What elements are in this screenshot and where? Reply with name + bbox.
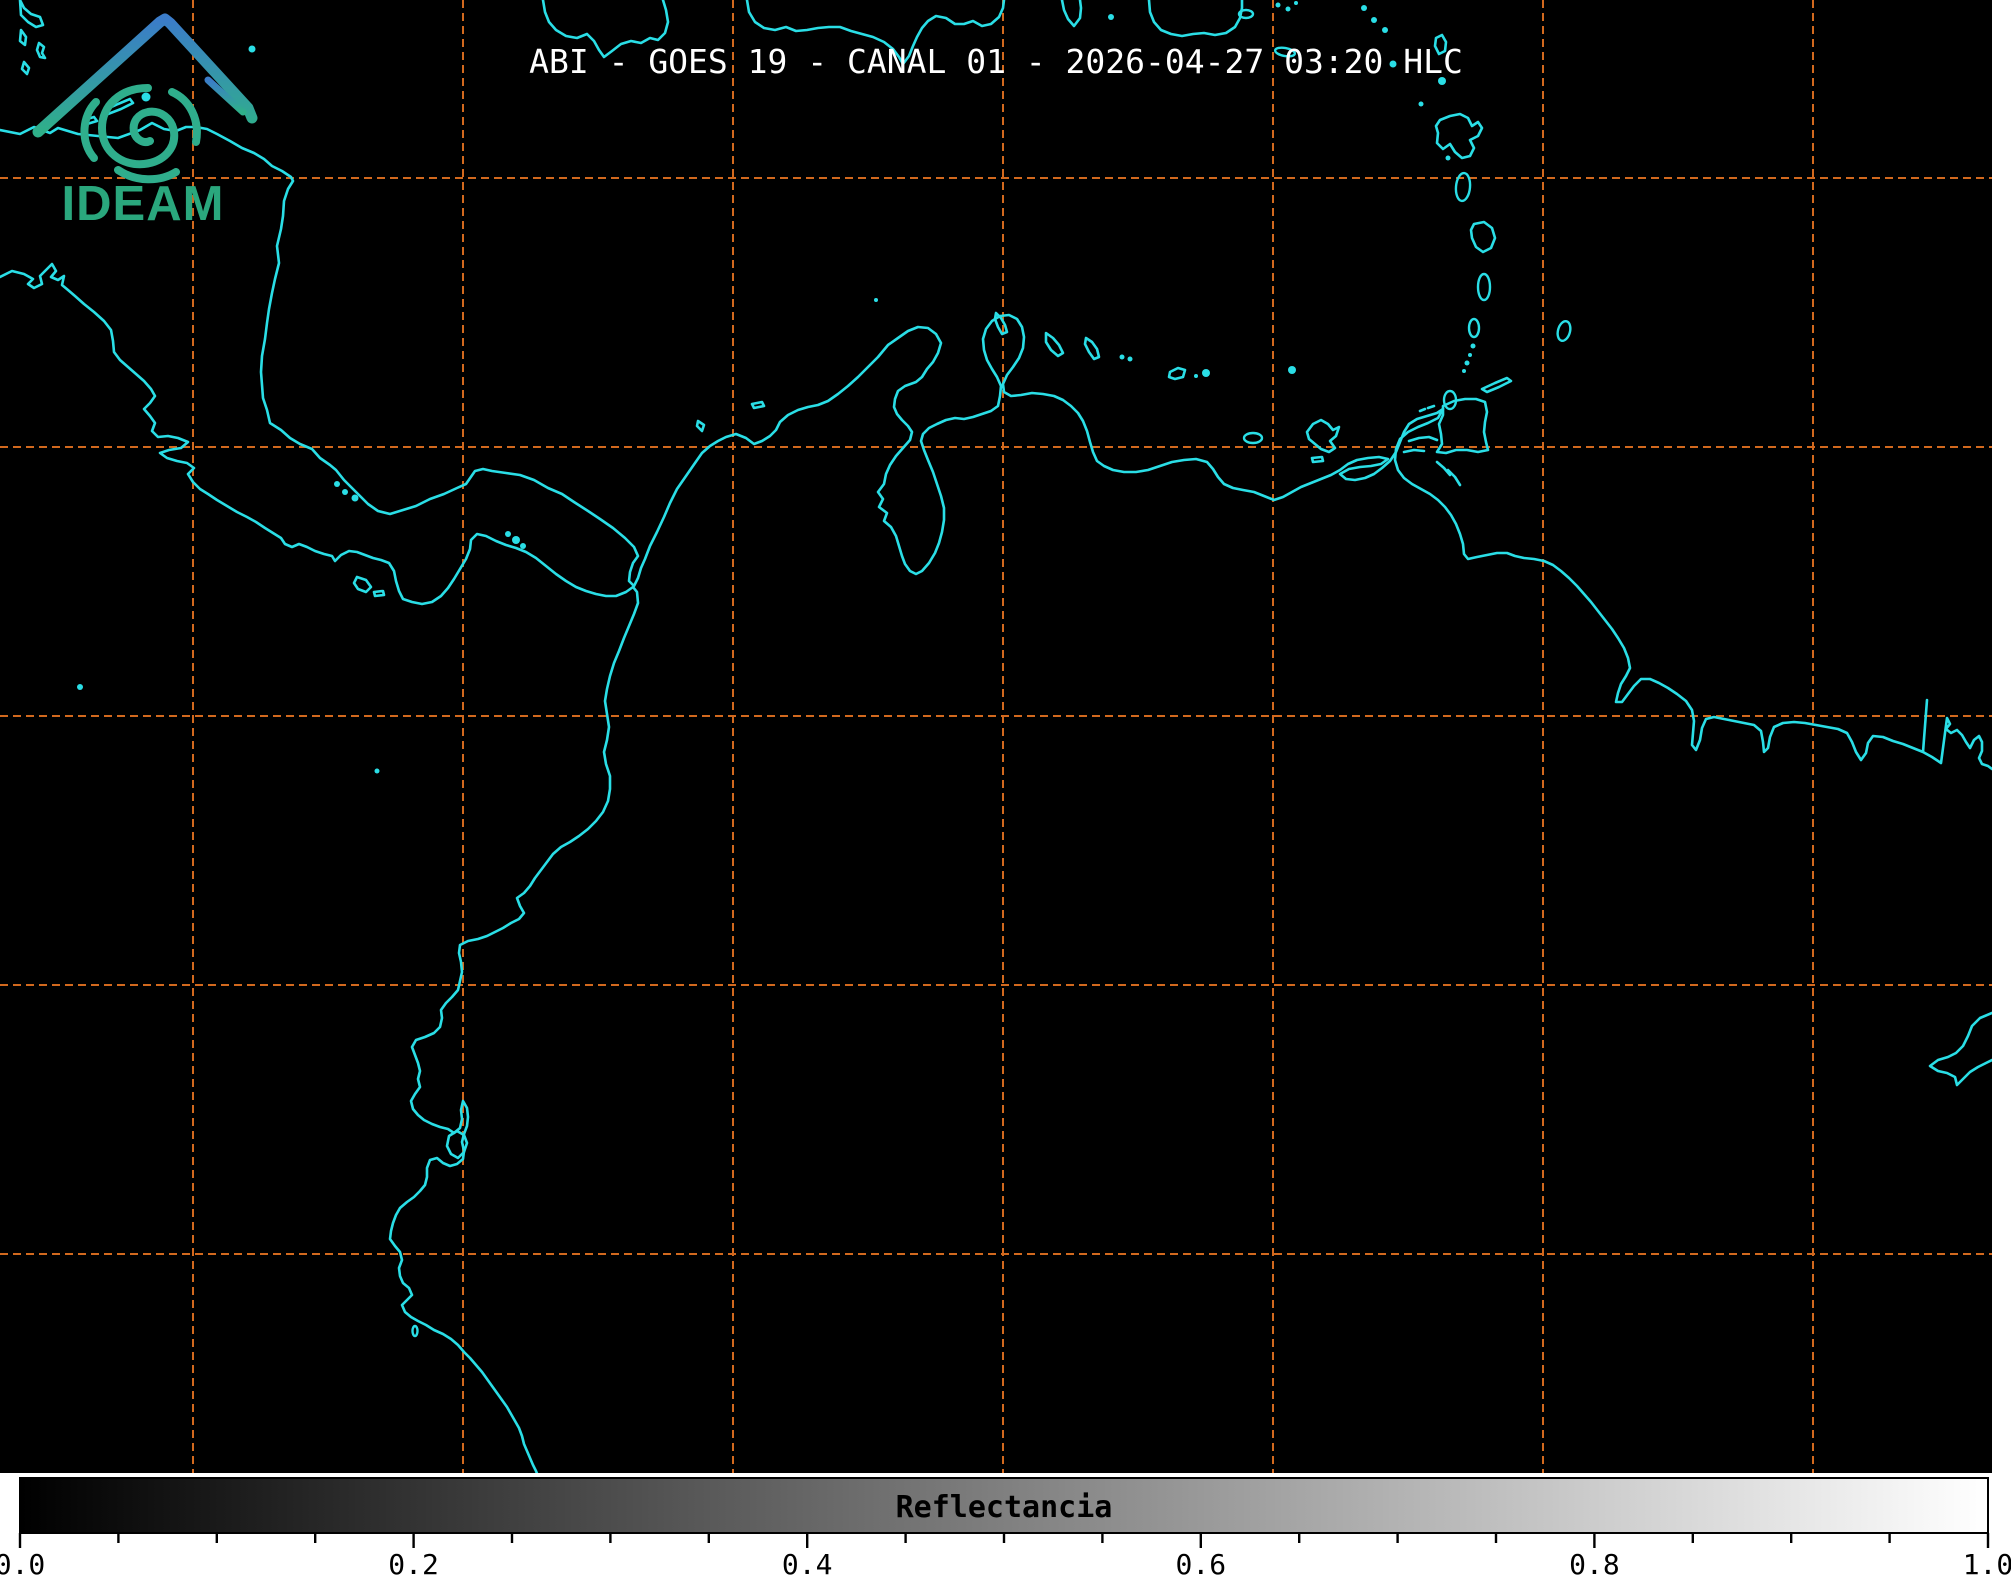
colorbar-tick-label: 1.0 bbox=[1963, 1548, 2011, 1577]
islet-dot bbox=[1462, 369, 1466, 373]
island-la-tortuga bbox=[1244, 433, 1262, 443]
islet-dot bbox=[1202, 369, 1210, 377]
coastline-guadeloupe bbox=[1436, 114, 1482, 158]
islet-dot bbox=[1446, 156, 1451, 161]
islet-dot bbox=[1288, 366, 1296, 374]
islet-dot bbox=[1419, 102, 1424, 107]
colorbar-tick-label: 0.6 bbox=[1176, 1548, 1227, 1577]
coastline-coiba bbox=[354, 577, 371, 592]
islet-dot bbox=[1294, 1, 1298, 5]
hurricane-swirl-icon bbox=[84, 88, 196, 179]
islet-dot bbox=[512, 536, 520, 544]
islet-dot bbox=[1286, 7, 1291, 12]
ideam-logo-text: IDEAM bbox=[62, 177, 225, 231]
coastline-trinidad bbox=[1437, 399, 1488, 453]
colorbar-label: Reflectancia bbox=[896, 1490, 1113, 1525]
islet-dot bbox=[1371, 17, 1377, 23]
ideam-logo: IDEAM bbox=[0, 0, 260, 235]
islet-dot bbox=[1382, 27, 1388, 33]
coastline-cartagena-islet bbox=[697, 421, 704, 431]
image-title: ABI - GOES 19 - CANAL 01 - 2026-04-27 03… bbox=[0, 42, 1992, 81]
coastline-puerto-rico-south-coast bbox=[1149, 0, 1242, 36]
coastline-pacific-mainland-coast bbox=[0, 264, 638, 1473]
island-barbados bbox=[1556, 320, 1573, 342]
coastline-trinidad-nw-islets bbox=[1420, 406, 1434, 411]
islet-dot bbox=[1194, 374, 1198, 378]
colorbar-tick-label: 0.2 bbox=[388, 1548, 439, 1577]
coastline-santa-marta-islet bbox=[752, 402, 764, 408]
islet-dot bbox=[520, 543, 526, 549]
colorbar-tick-label: 0.8 bbox=[1569, 1548, 1620, 1577]
islet-dot bbox=[1468, 353, 1472, 357]
islet-dot bbox=[342, 489, 348, 495]
islet-dot bbox=[352, 495, 359, 502]
colorbar-tick-label: 0.4 bbox=[782, 1548, 833, 1577]
coastline-cebaco-islet bbox=[374, 591, 384, 596]
coastline-coche-islet bbox=[1312, 457, 1323, 462]
coastline-tobago bbox=[1482, 378, 1511, 392]
island-st-lucia bbox=[1478, 274, 1490, 300]
coastline-martinique bbox=[1471, 222, 1495, 252]
islet-dot bbox=[874, 298, 878, 302]
islet-dot bbox=[505, 531, 511, 537]
coastline-bonaire bbox=[1085, 338, 1099, 359]
figure: ABI - GOES 19 - CANAL 01 - 2026-04-27 03… bbox=[0, 0, 2011, 1577]
coastline-orinoco-delta-channels bbox=[1404, 437, 1460, 485]
colorbar: Reflectancia 0.0 0.2 0.4 0.6 0.8 1.0 bbox=[0, 1473, 2011, 1577]
coastline-curacao bbox=[1046, 333, 1063, 356]
satellite-map-area: ABI - GOES 19 - CANAL 01 - 2026-04-27 03… bbox=[0, 0, 1992, 1473]
islet-dot bbox=[1465, 361, 1470, 366]
islet-dot bbox=[1108, 14, 1114, 20]
islet-dot bbox=[1361, 5, 1367, 11]
islet-dot bbox=[1276, 3, 1281, 8]
islet-dot bbox=[77, 684, 83, 690]
islet-dot bbox=[1471, 344, 1476, 349]
islet-dot bbox=[1128, 357, 1133, 362]
coastline-margarita bbox=[1307, 420, 1339, 452]
islet-dot bbox=[334, 481, 340, 487]
islet-dot bbox=[375, 769, 380, 774]
island-st-vincent bbox=[1469, 319, 1479, 337]
coastline-grid-canvas bbox=[0, 0, 1992, 1473]
colorbar-tick-label: 0.0 bbox=[0, 1548, 45, 1577]
coastline-beata-fragment bbox=[1062, 0, 1081, 26]
island-lobos-islet bbox=[413, 1326, 418, 1336]
island-dominica bbox=[1455, 172, 1471, 201]
coastline-los-roques bbox=[1169, 368, 1185, 379]
coastline-amazon-mouth-hook bbox=[1930, 1013, 1992, 1085]
islet-dot bbox=[1120, 355, 1125, 360]
